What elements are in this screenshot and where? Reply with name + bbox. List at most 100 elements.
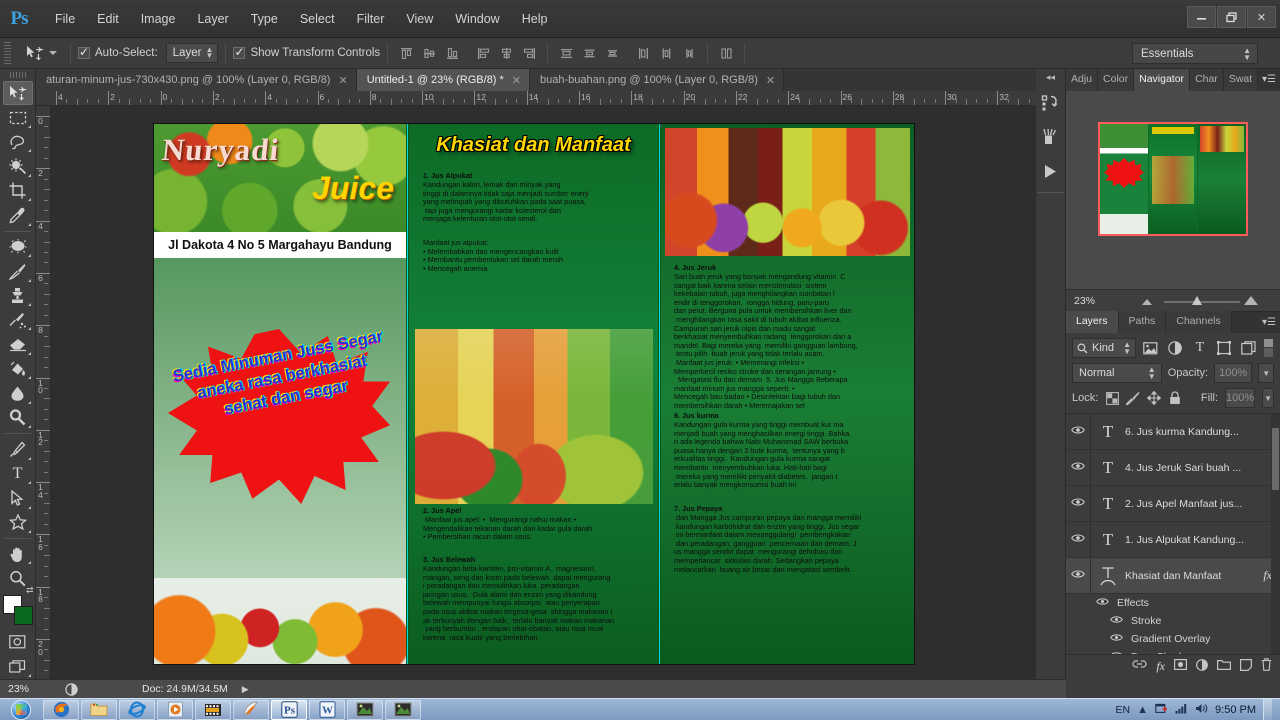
- layer-name[interactable]: 1. Jus Alpukat Kandung...: [1125, 534, 1280, 546]
- quick-selection-tool[interactable]: [3, 154, 33, 178]
- layer-row-jus-kurma[interactable]: T 6. Jus kurma Kandung...: [1066, 414, 1280, 450]
- eye-icon[interactable]: [1110, 651, 1123, 654]
- navigator-thumbnail[interactable]: [1098, 122, 1248, 236]
- brush-tool[interactable]: [3, 259, 33, 283]
- fill-field[interactable]: 100%: [1225, 388, 1256, 408]
- navigator-panel-body[interactable]: [1066, 91, 1280, 289]
- new-group-icon[interactable]: [1217, 659, 1231, 673]
- rectangular-marquee-tool[interactable]: [3, 105, 33, 129]
- navigator-zoom-value[interactable]: 23%: [1066, 295, 1120, 307]
- horizontal-ruler[interactable]: 4 2 0 2 4 6 8 10 12 14 16 18 20 22 24 26 28 30 32: [36, 91, 1058, 106]
- menu-window[interactable]: Window: [444, 8, 510, 30]
- swap-colors-icon[interactable]: ⇄: [26, 585, 34, 596]
- explorer-window-taskbar-button[interactable]: [347, 699, 383, 720]
- gradient-tool[interactable]: [3, 357, 33, 381]
- filter-smart-objects-icon[interactable]: [1239, 338, 1259, 358]
- menu-select[interactable]: Select: [289, 8, 346, 30]
- fill-chevron-down-icon[interactable]: ▼: [1262, 388, 1274, 408]
- language-indicator[interactable]: EN: [1116, 704, 1131, 716]
- eye-icon[interactable]: [1110, 633, 1123, 645]
- menu-image[interactable]: Image: [130, 8, 187, 30]
- layer-row-jus-alpukat[interactable]: T 1. Jus Alpukat Kandung...: [1066, 521, 1280, 558]
- menu-help[interactable]: Help: [511, 8, 559, 30]
- panel-menu-icon[interactable]: ▾☰: [1262, 317, 1276, 328]
- tab-color[interactable]: Color: [1098, 69, 1135, 91]
- eye-icon[interactable]: [1066, 569, 1090, 582]
- filter-shape-layers-icon[interactable]: [1215, 338, 1235, 358]
- word-taskbar-button[interactable]: W: [309, 699, 345, 720]
- lock-transparent-pixels-icon[interactable]: [1105, 388, 1119, 408]
- align-left-edges-icon[interactable]: [472, 42, 494, 64]
- close-button[interactable]: ✕: [1247, 6, 1276, 28]
- vertical-ruler[interactable]: 0 2 4 6 8 1 0 1 2 1 4 1 6 1 8 2 0: [36, 106, 51, 679]
- tools-panel-grip[interactable]: [9, 72, 26, 78]
- show-desktop-button[interactable]: [1263, 699, 1272, 720]
- tab-channels[interactable]: Channels: [1166, 311, 1232, 333]
- lock-all-icon[interactable]: [1168, 388, 1182, 408]
- large-mountain-icon[interactable]: [1244, 296, 1258, 305]
- align-horizontal-centers-icon[interactable]: [495, 42, 517, 64]
- actions-play-icon[interactable]: [1037, 154, 1065, 188]
- layer-list[interactable]: T 6. Jus kurma Kandung... T 4. Jus Jeruk…: [1066, 413, 1280, 654]
- status-zoom-value[interactable]: 23%: [0, 683, 58, 695]
- menu-filter[interactable]: Filter: [346, 8, 396, 30]
- minimize-button[interactable]: [1187, 6, 1216, 28]
- show-transform-checkbox-group[interactable]: Show Transform Controls: [233, 45, 380, 59]
- explorer-window2-taskbar-button[interactable]: [385, 699, 421, 720]
- hand-tool[interactable]: [3, 542, 33, 566]
- layer-row-khasiat-dan-manfaat[interactable]: Khasiat dan Manfaat fx: [1066, 557, 1280, 594]
- collapse-panels-icon[interactable]: ◂◂: [1036, 69, 1066, 86]
- type-layer-thumbnail-icon[interactable]: T: [1091, 530, 1125, 550]
- layer-row-jus-jeruk[interactable]: T 4. Jus Jeruk Sari buah ...: [1066, 449, 1280, 486]
- eye-icon[interactable]: [1096, 597, 1109, 609]
- action-center-icon[interactable]: [1155, 703, 1168, 718]
- type-layer-thumbnail-icon[interactable]: T: [1091, 458, 1125, 478]
- layers-scrollbar-thumb[interactable]: [1272, 428, 1279, 490]
- align-bottom-edges-icon[interactable]: [441, 42, 463, 64]
- move-tool[interactable]: [2, 80, 33, 106]
- new-fill-adjustment-icon[interactable]: [1196, 658, 1208, 674]
- restore-button[interactable]: [1217, 6, 1246, 28]
- close-icon[interactable]: ✕: [338, 74, 347, 87]
- horizontal-type-tool[interactable]: T: [3, 462, 33, 486]
- media-player-taskbar-button[interactable]: [157, 699, 193, 720]
- layer-name[interactable]: 2. Jus Apel Manfaat jus...: [1125, 498, 1280, 510]
- tab-character[interactable]: Char: [1190, 69, 1224, 91]
- menu-layer[interactable]: Layer: [186, 8, 239, 30]
- auto-align-layers-icon[interactable]: [715, 42, 737, 64]
- layer-name[interactable]: 4. Jus Jeruk Sari buah ...: [1125, 462, 1280, 474]
- options-bar-grip[interactable]: [4, 42, 11, 64]
- close-icon[interactable]: ✕: [766, 74, 775, 87]
- tab-buah-buahan[interactable]: buah-buahan.png @ 100% (Layer 0, RGB/8) …: [530, 69, 785, 91]
- zoom-slider-track[interactable]: [1164, 301, 1240, 303]
- tab-navigator[interactable]: Navigator: [1134, 69, 1191, 91]
- auto-select-checkbox-group[interactable]: Auto-Select:: [78, 45, 158, 59]
- tool-presets-icon[interactable]: [1037, 120, 1065, 154]
- link-layers-icon[interactable]: [1132, 659, 1147, 673]
- movie-maker-taskbar-button[interactable]: [195, 699, 231, 720]
- effect-row-drop-shadow[interactable]: Drop Shadow: [1066, 648, 1280, 654]
- eye-icon[interactable]: [1110, 615, 1123, 627]
- menu-view[interactable]: View: [395, 8, 444, 30]
- add-layer-style-icon[interactable]: fx: [1156, 659, 1165, 674]
- filter-enable-toggle[interactable]: [1264, 338, 1274, 358]
- dodge-tool[interactable]: [3, 406, 33, 430]
- close-icon[interactable]: ✕: [512, 74, 521, 87]
- eye-icon[interactable]: [1066, 497, 1090, 510]
- document-info-icon[interactable]: [58, 682, 84, 696]
- tab-paths[interactable]: Paths: [1118, 311, 1167, 333]
- distribute-top-edges-icon[interactable]: [555, 42, 577, 64]
- history-icon[interactable]: [1037, 86, 1065, 120]
- align-right-edges-icon[interactable]: [518, 42, 540, 64]
- warped-type-layer-thumbnail-icon[interactable]: [1091, 565, 1125, 587]
- tab-layers[interactable]: Layers: [1066, 311, 1119, 333]
- background-color-swatch[interactable]: [13, 605, 33, 625]
- menu-edit[interactable]: Edit: [86, 8, 130, 30]
- opacity-chevron-down-icon[interactable]: ▼: [1258, 363, 1274, 383]
- lock-position-icon[interactable]: [1147, 388, 1162, 408]
- effect-row-gradient-overlay[interactable]: Gradient Overlay: [1066, 630, 1280, 648]
- opacity-field[interactable]: 100%: [1214, 363, 1253, 383]
- effects-group-row[interactable]: Effects: [1066, 594, 1280, 612]
- lock-image-pixels-icon[interactable]: [1126, 388, 1140, 408]
- layer-filter-kind-select[interactable]: Kind ▲ ▼: [1072, 338, 1136, 358]
